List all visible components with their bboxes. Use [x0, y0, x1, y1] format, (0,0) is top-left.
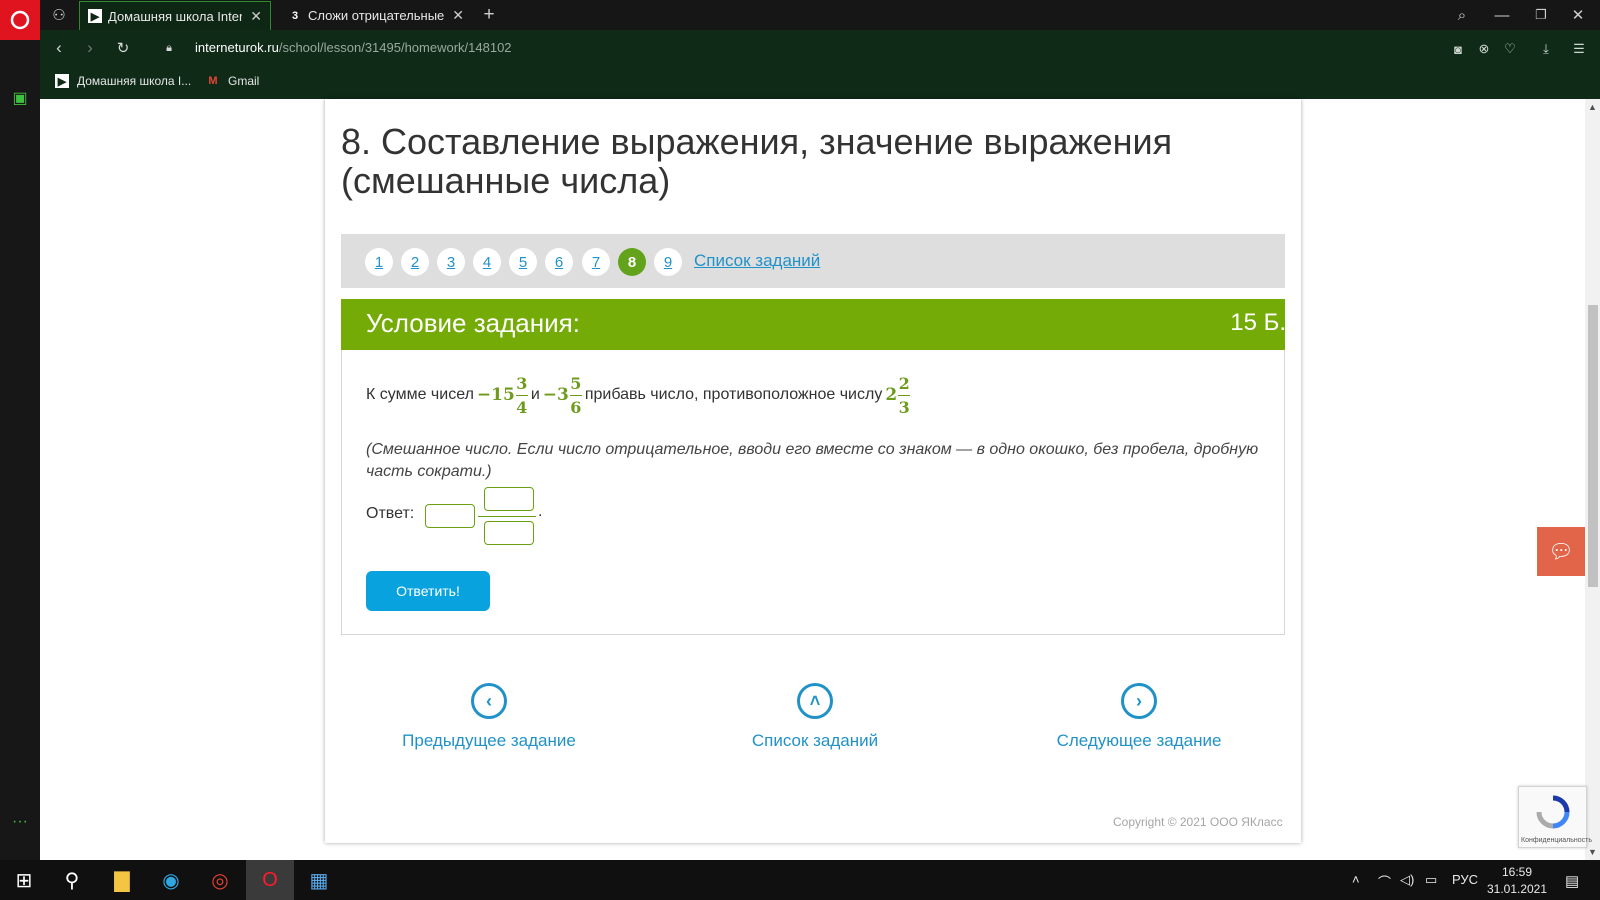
- new-tab-button[interactable]: +: [478, 4, 500, 26]
- task-number-3[interactable]: 3: [437, 248, 465, 276]
- snapshot-icon[interactable]: ◙: [1449, 40, 1467, 58]
- volume-icon[interactable]: ◁): [1400, 872, 1414, 888]
- tab-bar: [40, 0, 1600, 30]
- sidebar-more-icon[interactable]: ···: [8, 810, 32, 834]
- sidebar-extension-icon[interactable]: ▣: [8, 86, 32, 110]
- chrome-icon[interactable]: ◎: [196, 860, 244, 900]
- task-number-4[interactable]: 4: [473, 248, 501, 276]
- bookmark-gmail[interactable]: M Gmail: [206, 74, 259, 88]
- task-hint: (Смешанное число. Если число отрицательн…: [366, 441, 1259, 480]
- recaptcha-icon: [1536, 795, 1570, 829]
- back-icon[interactable]: ‹: [48, 37, 70, 59]
- language-indicator[interactable]: РУС: [1452, 872, 1478, 887]
- search-icon[interactable]: ⚲: [48, 860, 96, 900]
- close-tab-icon[interactable]: ✕: [250, 8, 262, 25]
- task-list-nav[interactable]: ˄ Список заданий: [715, 683, 915, 751]
- answer-dot: .: [538, 503, 543, 520]
- task-number-2[interactable]: 2: [401, 248, 429, 276]
- url-field[interactable]: interneturok.ru/school/lesson/31495/home…: [195, 40, 512, 55]
- adblock-icon[interactable]: ⊗: [1475, 40, 1493, 58]
- close-window-icon[interactable]: ✕: [1567, 4, 1589, 26]
- tab-favicon-icon: 3: [291, 9, 299, 22]
- download-icon[interactable]: ⤓: [1537, 40, 1555, 58]
- clock[interactable]: 16:59 31.01.2021: [1486, 864, 1548, 898]
- mixed-number-3: 223: [885, 373, 911, 417]
- opera-sidebar: [0, 0, 40, 860]
- bookmarks-bar: [40, 66, 1600, 99]
- task-list-link[interactable]: Список заданий: [694, 251, 820, 271]
- file-explorer-icon[interactable]: ▇: [98, 860, 146, 900]
- lock-icon: 🔒︎: [166, 41, 172, 54]
- scrollbar-thumb[interactable]: [1588, 305, 1598, 587]
- task-number-7[interactable]: 7: [582, 248, 610, 276]
- tab-active[interactable]: ▶ Домашняя школа Interne ✕: [79, 1, 271, 30]
- copyright: Copyright © 2021 ООО ЯКласс: [1113, 815, 1283, 829]
- task-number-6[interactable]: 6: [545, 248, 573, 276]
- opera-logo-icon[interactable]: [0, 0, 40, 40]
- search-tabs-icon[interactable]: ⌕: [1451, 4, 1473, 26]
- task-number-5[interactable]: 5: [509, 248, 537, 276]
- tab-menu-icon[interactable]: ⚇: [48, 4, 70, 26]
- chevron-up-icon: ˄: [797, 683, 833, 719]
- wifi-icon[interactable]: ⌒: [1378, 872, 1391, 891]
- scroll-down-icon[interactable]: ▼: [1585, 845, 1600, 859]
- recaptcha-badge[interactable]: Конфиденциальность: [1518, 786, 1592, 848]
- show-hidden-icons-icon[interactable]: ˄: [1352, 872, 1360, 887]
- task-number-1[interactable]: 1: [365, 248, 393, 276]
- task-number-8-current[interactable]: 8: [618, 248, 646, 276]
- reload-icon[interactable]: ↻: [112, 37, 134, 59]
- restore-icon[interactable]: ❐: [1530, 4, 1552, 26]
- chevron-left-icon: ‹: [471, 683, 507, 719]
- edge-icon[interactable]: ◉: [147, 860, 195, 900]
- points-badge: 15 Б.: [1230, 309, 1286, 336]
- calculator-icon[interactable]: ▦: [295, 860, 343, 900]
- minimize-icon[interactable]: —: [1491, 4, 1513, 26]
- notifications-icon[interactable]: ▤: [1565, 872, 1579, 890]
- opera-taskbar-icon[interactable]: O: [246, 860, 294, 900]
- condition-title: Условие задания:: [366, 308, 580, 338]
- bookmark-interneturok[interactable]: ▶ Домашняя школа I...: [55, 74, 191, 88]
- task-number-9[interactable]: 9: [654, 248, 682, 276]
- mixed-number-1: −15 3 4: [476, 373, 528, 417]
- tab-favicon-icon: ▶: [88, 9, 102, 23]
- answer-label: Ответ:: [366, 505, 415, 522]
- fraction-line: [478, 516, 536, 517]
- scroll-up-icon[interactable]: ▲: [1585, 100, 1600, 114]
- gmail-icon: M: [208, 75, 218, 87]
- chevron-right-icon: ›: [1121, 683, 1157, 719]
- page-title: 8. Составление выражения, значение выраж…: [341, 121, 1173, 201]
- battery-icon[interactable]: ▭: [1425, 872, 1437, 888]
- answer-numerator-input[interactable]: [484, 487, 534, 511]
- submit-answer-button[interactable]: Ответить!: [366, 571, 490, 611]
- windows-start-icon[interactable]: ⊞: [0, 860, 48, 900]
- heart-icon[interactable]: ♡: [1501, 40, 1519, 58]
- mixed-number-2: −3 5 6: [542, 373, 582, 417]
- close-tab-icon[interactable]: ✕: [452, 7, 464, 24]
- answer-whole-input[interactable]: [425, 504, 475, 528]
- next-task-nav[interactable]: › Следующее задание: [1039, 683, 1239, 751]
- forward-icon[interactable]: ›: [79, 37, 101, 59]
- task-text: К сумме чисел −15 3 4 и −3 5 6 прибавь число…: [366, 373, 911, 417]
- bookmark-favicon-icon: ▶: [55, 74, 69, 88]
- tab-inactive[interactable]: 3 Сложи отрицательные см ✕: [280, 1, 472, 30]
- prev-task-nav[interactable]: ‹ Предыдущее задание: [389, 683, 589, 751]
- chat-icon[interactable]: 💬︎: [1537, 527, 1585, 576]
- easy-setup-icon[interactable]: ☰: [1570, 40, 1588, 58]
- answer-denominator-input[interactable]: [484, 521, 534, 545]
